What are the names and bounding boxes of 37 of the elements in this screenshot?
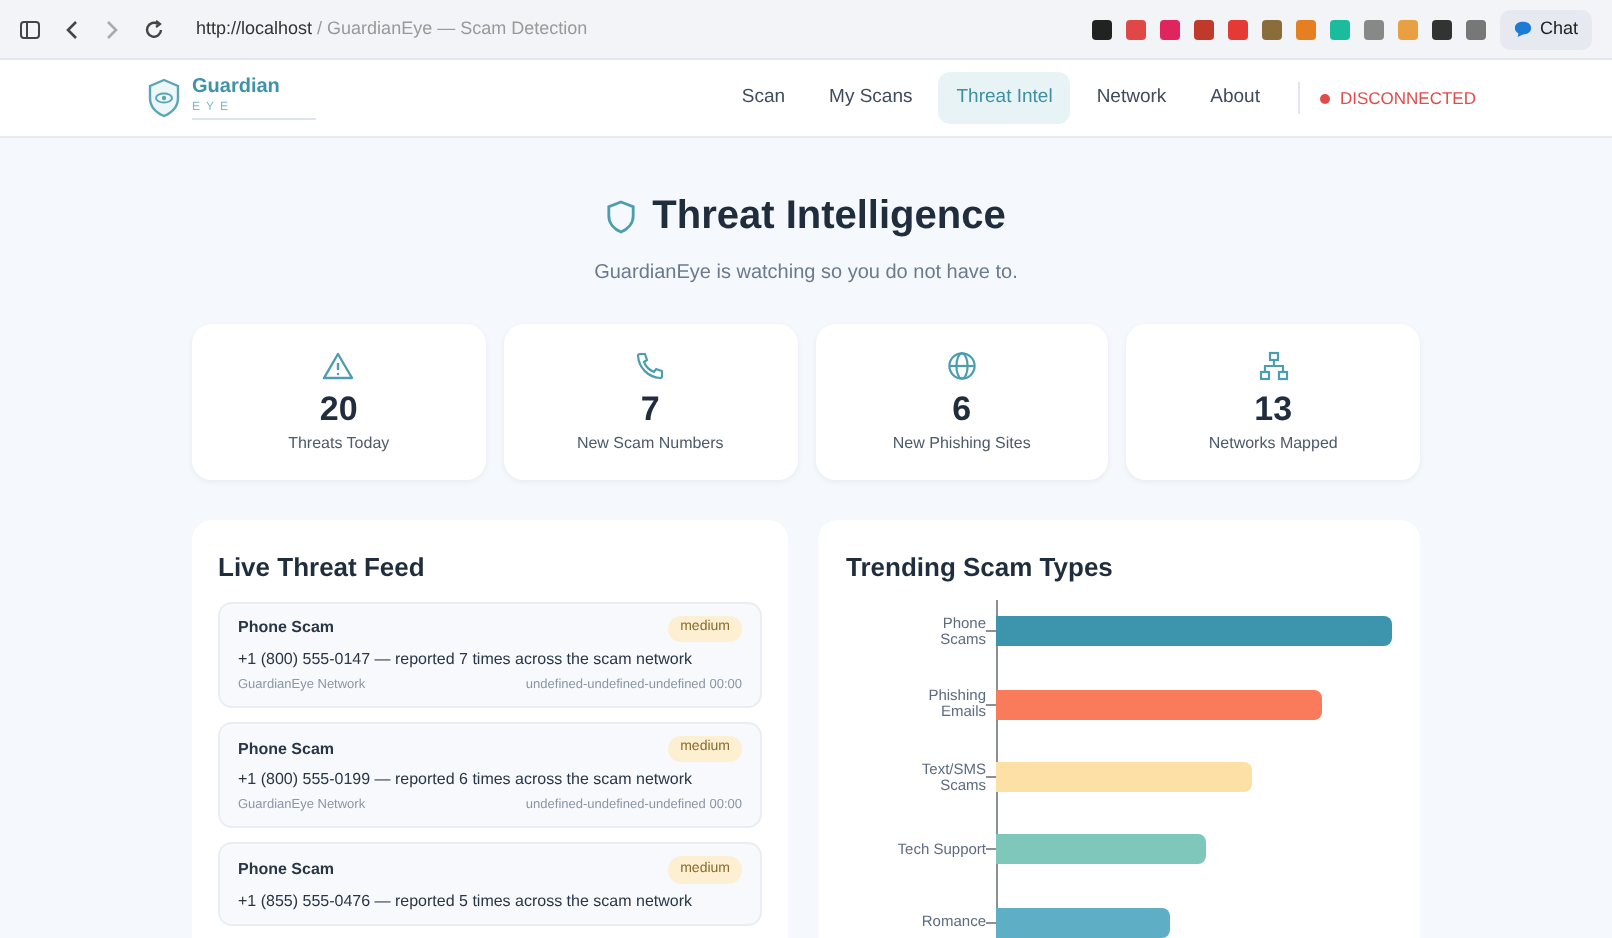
stat-label: Threats Today [288, 432, 390, 456]
threat-description: +1 (800) 555-0147 — reported 7 times across the scam network [238, 648, 694, 672]
sidebar-icon [20, 19, 40, 39]
nav-link[interactable]: Scan [723, 71, 804, 125]
panel-title: Live Threat Feed [218, 550, 427, 586]
stat-value: 6 [952, 390, 972, 430]
page-subtitle: GuardianEye is watching so you do not have to. [594, 260, 1018, 288]
shield-icon [606, 199, 637, 233]
chat-button[interactable]: Chat [1499, 9, 1592, 49]
forward-icon [104, 19, 120, 39]
stat-value: 13 [1254, 390, 1293, 430]
phone-icon [634, 350, 667, 382]
nav-link[interactable]: Network [1078, 71, 1185, 125]
stat-label: New Phishing Sites [892, 432, 1031, 456]
nav-link[interactable]: My Scans [811, 71, 931, 125]
nav-link[interactable]: About [1192, 71, 1278, 125]
threat-type: Phone Scam [238, 737, 335, 761]
connection-status: DISCONNECTED [1339, 85, 1476, 111]
chat-bubble-icon [1513, 20, 1532, 38]
threat-description: +1 (855) 555-0476 — reported 5 times across the scam network [238, 889, 694, 913]
network-icon [1257, 350, 1290, 382]
reload-icon [144, 19, 164, 39]
page-title: Threat Intelligence [652, 192, 1006, 242]
threat-type: Phone Scam [238, 857, 335, 882]
stat-label: Networks Mapped [1208, 432, 1338, 456]
shield-eye-logo-icon [148, 78, 180, 118]
brand-name: Guardian [192, 77, 280, 97]
globe-icon [945, 350, 978, 382]
back-icon [64, 19, 80, 39]
panel-title: Trending Scam Types [846, 550, 1115, 586]
stat-label: New Scam Numbers [576, 432, 724, 456]
stat-value: 7 [640, 390, 660, 430]
threat-description: +1 (800) 555-0199 — reported 6 times across the scam network [238, 768, 694, 793]
threat-type: Phone Scam [238, 616, 335, 641]
address-bar[interactable]: http://localhost / GuardianEye — Scam Detection [196, 15, 588, 43]
stat-value: 20 [319, 390, 358, 430]
warning-icon [322, 350, 355, 382]
